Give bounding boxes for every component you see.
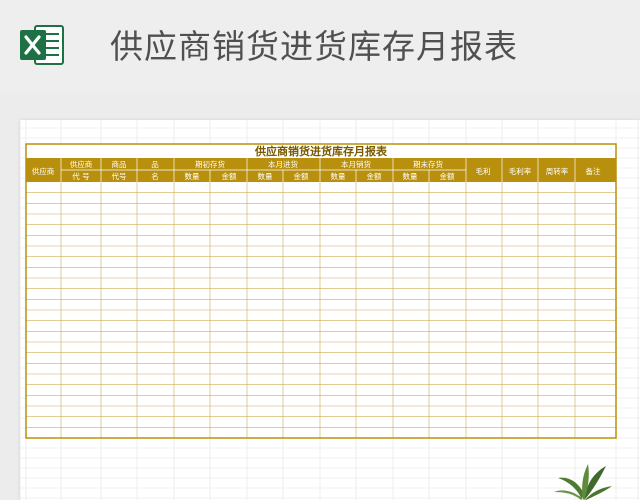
header-product-name: 品 [151, 160, 159, 169]
subheader-amount-3: 金额 [367, 171, 382, 181]
subheader-product-name: 名 [151, 171, 159, 181]
table-body [26, 182, 616, 438]
subheader-amount-4: 金额 [440, 171, 455, 181]
subheader-qty-2: 数量 [258, 171, 273, 181]
header-turnover: 周转率 [546, 166, 569, 176]
subheader-qty-1: 数量 [185, 171, 200, 181]
header-product: 商品 [112, 159, 127, 169]
plant-icon [554, 464, 612, 500]
header-remarks: 备注 [586, 166, 601, 176]
subheader-qty-3: 数量 [331, 171, 346, 181]
subheader-supplier-code: 代 号 [72, 171, 89, 181]
subheader-amount-2: 金额 [294, 171, 309, 181]
table-title: 供应商销货进货库存月报表 [254, 144, 388, 158]
subheader-qty-4: 数量 [403, 171, 418, 181]
header-opening-stock: 期初存货 [195, 159, 225, 169]
header-monthly-sales: 本月销货 [341, 159, 371, 169]
header-supplier: 供应商 [32, 166, 55, 176]
header-closing-stock: 期末存货 [413, 159, 443, 169]
excel-icon [20, 25, 64, 65]
subheader-product-code: 代号 [112, 171, 127, 181]
header-monthly-purchase: 本月进货 [268, 159, 298, 169]
subheader-amount-1: 金额 [222, 171, 237, 181]
header-gross-profit: 毛利 [476, 166, 491, 176]
spreadsheet-preview: 供应商销货进货库存月报表 供应商 供应商 商品 品 期初存货 本月进货 本月销货… [20, 120, 640, 500]
page-heading: 供应商销货进货库存月报表 [110, 27, 518, 66]
header-gross-margin: 毛利率 [509, 166, 532, 176]
header-supplier-code: 供应商 [70, 159, 93, 169]
header-band: 供应商销货进货库存月报表 [0, 0, 640, 92]
report-table: 供应商销货进货库存月报表 供应商 供应商 商品 品 期初存货 本月进货 本月销货… [20, 120, 640, 500]
